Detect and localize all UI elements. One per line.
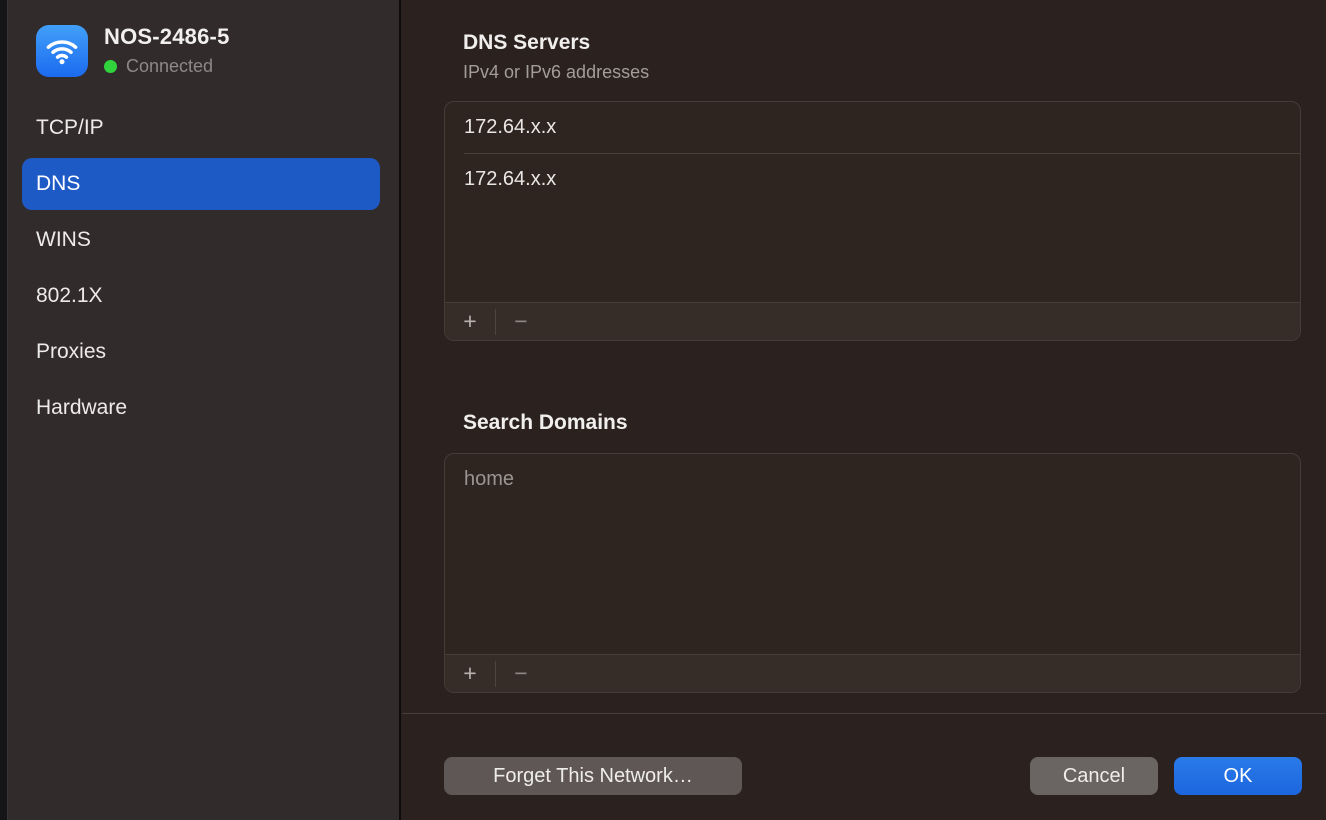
add-search-domain-button[interactable]: +	[445, 655, 495, 692]
dns-servers-title: DNS Servers	[463, 31, 590, 55]
dns-settings-panel: DNS Servers IPv4 or IPv6 addresses 172.6…	[402, 0, 1326, 820]
window-edge-strip	[0, 0, 8, 820]
search-domains-title: Search Domains	[463, 411, 628, 435]
sidebar-item-dns[interactable]: DNS	[22, 158, 380, 210]
sidebar-item-wins[interactable]: WINS	[8, 212, 399, 268]
sidebar-item-hardware[interactable]: Hardware	[8, 380, 399, 436]
search-domains-toolbar: + −	[445, 654, 1300, 692]
connected-status-dot	[104, 60, 117, 73]
network-header: NOS-2486-5 Connected	[36, 24, 230, 77]
search-domains-rows: home	[445, 454, 1300, 654]
ok-button[interactable]: OK	[1174, 757, 1302, 795]
cancel-button[interactable]: Cancel	[1030, 757, 1158, 795]
forget-network-button[interactable]: Forget This Network…	[444, 757, 742, 795]
sidebar-item-proxies[interactable]: Proxies	[8, 324, 399, 380]
dns-servers-list: 172.64.x.x 172.64.x.x + −	[444, 101, 1301, 341]
network-settings-sidebar: NOS-2486-5 Connected TCP/IP DNS WINS 802…	[8, 0, 401, 820]
remove-dns-server-button[interactable]: −	[496, 303, 546, 340]
connected-status-label: Connected	[126, 56, 213, 77]
dns-servers-toolbar: + −	[445, 302, 1300, 340]
network-name: NOS-2486-5	[104, 24, 230, 50]
search-domains-list: home + −	[444, 453, 1301, 693]
dns-servers-rows: 172.64.x.x 172.64.x.x	[445, 102, 1300, 302]
sidebar-nav: TCP/IP DNS WINS 802.1X Proxies Hardware	[8, 100, 399, 436]
remove-search-domain-button[interactable]: −	[496, 655, 546, 692]
wifi-icon	[36, 25, 88, 77]
search-domain-entry[interactable]: home	[445, 454, 1300, 505]
sidebar-item-8021x[interactable]: 802.1X	[8, 268, 399, 324]
dns-servers-subtitle: IPv4 or IPv6 addresses	[463, 62, 649, 83]
dns-server-entry[interactable]: 172.64.x.x	[445, 154, 1300, 205]
add-dns-server-button[interactable]: +	[445, 303, 495, 340]
network-status: Connected	[104, 56, 230, 77]
network-meta: NOS-2486-5 Connected	[104, 24, 230, 77]
footer-divider	[402, 713, 1326, 714]
dns-server-entry[interactable]: 172.64.x.x	[445, 102, 1300, 153]
sidebar-item-tcpip[interactable]: TCP/IP	[8, 100, 399, 156]
